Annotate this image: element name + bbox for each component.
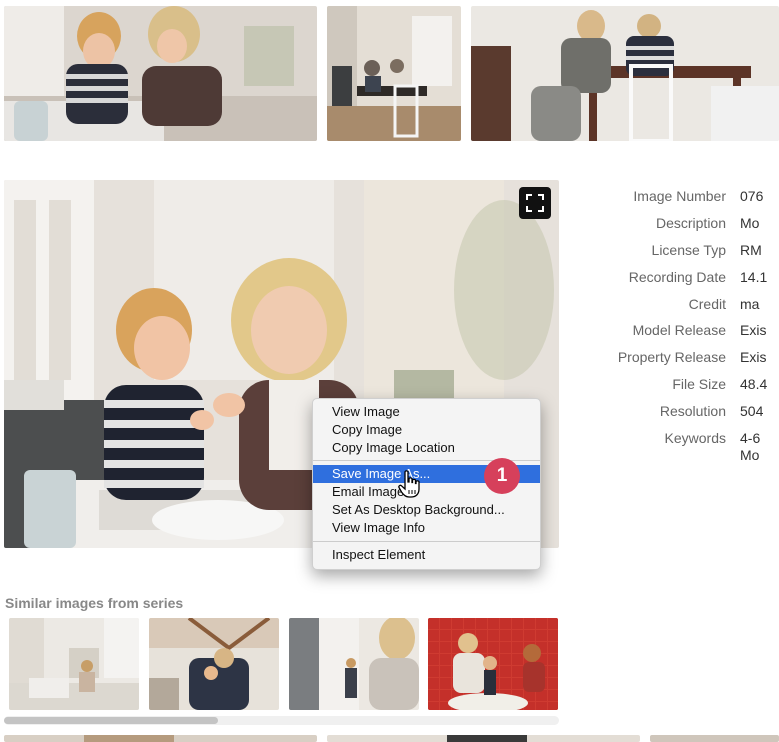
meta-row-keywords: Keywords 4-6 Mo: [600, 424, 779, 468]
meta-value: 14.1: [740, 268, 768, 285]
meta-value: 48.4: [740, 375, 768, 392]
meta-label: Resolution: [659, 402, 726, 419]
menu-item-copy-image-location[interactable]: Copy Image Location: [313, 439, 540, 457]
fullscreen-icon: [526, 194, 544, 212]
similar-image-1[interactable]: [9, 618, 139, 710]
meta-row-model-release: Model Release Exis: [600, 317, 779, 344]
meta-value: Exis: [740, 322, 767, 339]
meta-label: File Size: [672, 375, 726, 392]
meta-row-credit: Credit ma: [600, 290, 779, 317]
fullscreen-button[interactable]: [519, 187, 551, 219]
thumbnail-bottom-1[interactable]: [4, 735, 317, 742]
meta-label: Recording Date: [628, 268, 726, 285]
meta-row-property-release: Property Release Exis: [600, 344, 779, 371]
meta-row-recording-date: Recording Date 14.1: [600, 263, 779, 290]
horizontal-scrollbar[interactable]: [4, 716, 559, 725]
thumbnail-top-3[interactable]: [471, 6, 779, 141]
menu-separator: [313, 540, 540, 542]
meta-row-description: Description Mo: [600, 210, 779, 237]
similar-image-3[interactable]: [289, 618, 419, 710]
meta-value: 076: [740, 188, 764, 205]
meta-label: Keywords: [664, 430, 726, 447]
meta-row-resolution: Resolution 504: [600, 397, 779, 424]
image-metadata: Image Number 076 Description Mo License …: [600, 183, 779, 468]
meta-value: Mo: [740, 215, 760, 232]
meta-label: Model Release: [632, 322, 726, 339]
thumbnail-bottom-3[interactable]: [650, 735, 779, 742]
meta-label: Description: [655, 215, 726, 232]
menu-item-inspect-element[interactable]: Inspect Element: [313, 546, 540, 564]
scrollbar-thumb[interactable]: [4, 717, 218, 724]
step-badge: 1: [484, 458, 520, 494]
meta-value: 504: [740, 402, 764, 419]
meta-value: RM: [740, 241, 762, 258]
thumbnail-top-2[interactable]: [327, 6, 461, 141]
thumbnail-bottom-2[interactable]: [327, 735, 640, 742]
similar-image-2[interactable]: [149, 618, 279, 710]
meta-row-file-size: File Size 48.4: [600, 371, 779, 398]
meta-value: 4-6 Mo: [740, 430, 760, 464]
meta-label: Credit: [688, 295, 726, 312]
meta-label: Image Number: [633, 188, 726, 205]
meta-value: Exis: [740, 349, 767, 366]
menu-item-copy-image[interactable]: Copy Image: [313, 421, 540, 439]
menu-item-view-image[interactable]: View Image: [313, 403, 540, 421]
menu-item-set-desktop-background[interactable]: Set As Desktop Background...: [313, 501, 540, 519]
menu-item-view-image-info[interactable]: View Image Info: [313, 519, 540, 537]
meta-label: Property Release: [617, 349, 726, 366]
similar-series-title: Similar images from series: [5, 595, 184, 611]
meta-value: ma: [740, 295, 760, 312]
meta-row-image-number: Image Number 076: [600, 183, 779, 210]
meta-row-license-type: License Typ RM: [600, 237, 779, 264]
hand-pointer-icon: [398, 470, 420, 498]
similar-image-4[interactable]: [428, 618, 558, 710]
keyword-line: 4-6: [740, 430, 761, 447]
thumbnail-top-1[interactable]: [4, 6, 317, 141]
keyword-line: Mo: [740, 447, 760, 464]
meta-label: License Typ: [651, 241, 726, 258]
